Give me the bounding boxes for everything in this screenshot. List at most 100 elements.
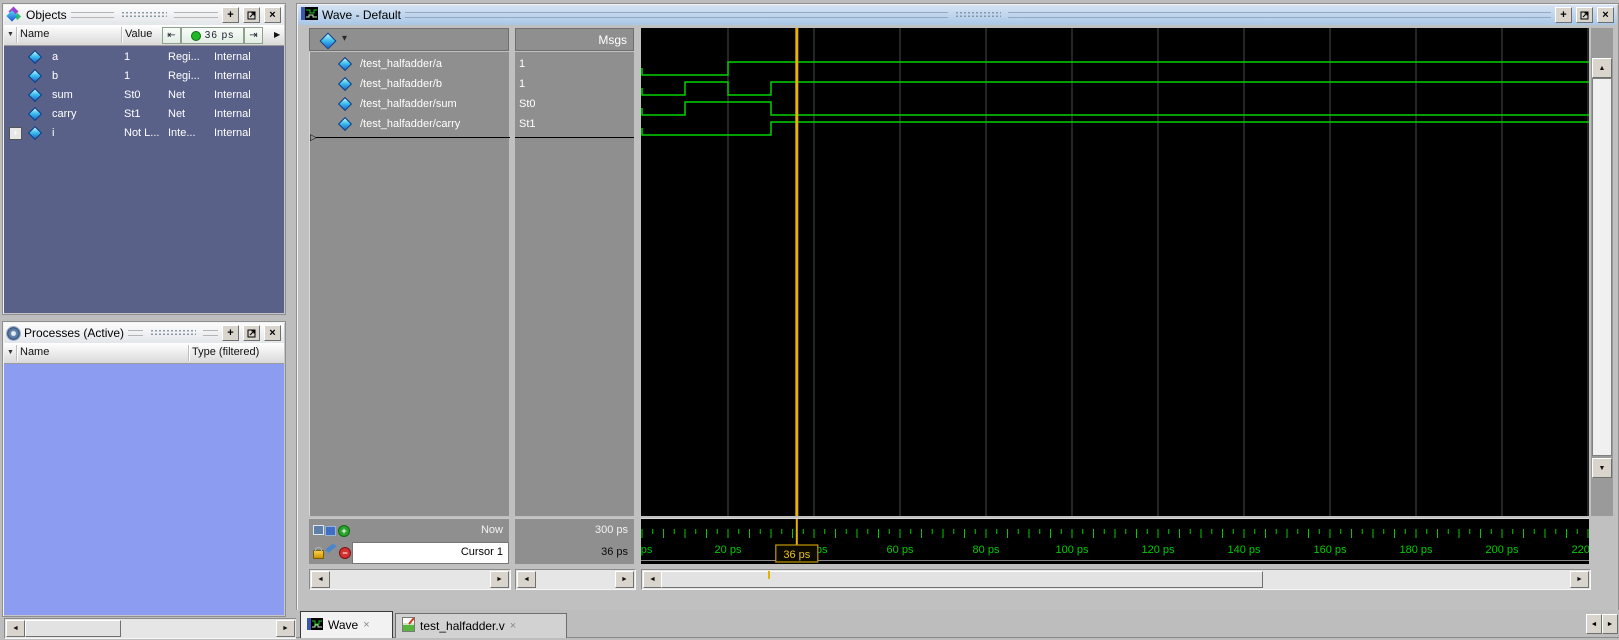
signal-diamond-icon [28,50,42,64]
signal-name: b [52,70,58,82]
title-line [71,12,115,18]
objects-row[interactable]: sumSt0NetInternal [4,86,284,105]
remove-cursor-icon[interactable]: − [339,547,351,559]
now-row-msgs: 300 ps [515,518,634,541]
scroll-left-icon[interactable]: ◄ [6,620,25,637]
vscrollbar-track[interactable] [1592,78,1612,456]
tab-close-icon[interactable]: × [363,619,369,631]
wrench-icon[interactable] [326,544,336,553]
wave-signal-value-row: 1 [515,74,634,94]
timeline-canvas[interactable]: 0 ps20 ps40 ps60 ps80 ps100 ps120 ps140 … [641,519,1589,564]
tab-label[interactable]: test_halfadder.v [420,619,505,633]
wave-signal-name[interactable]: /test_halfadder/carry [360,118,460,130]
title-drag-grip[interactable] [955,11,1001,19]
cursor-line [795,28,798,516]
cursor-flag[interactable]: 36 ps [776,545,818,562]
insertion-line [515,137,634,138]
objects-header-more-icon[interactable]: ▶ [274,30,280,39]
find-previous-edge-button[interactable]: ⇤ [162,27,181,44]
wave-signal-name[interactable]: /test_halfadder/b [360,78,442,90]
signal-value: Not L... [124,127,159,139]
scroll-right-icon[interactable]: ► [1570,571,1589,588]
objects-titlebar[interactable]: Objects + × [4,5,284,25]
signal-mode: Internal [214,108,251,120]
expander-plus-icon[interactable]: + [9,127,22,140]
scroll-right-icon[interactable]: ► [490,571,509,588]
wave-close-button[interactable]: × [1597,7,1614,23]
signal-value: 1 [124,70,130,82]
filter-icon[interactable]: ▼ [7,31,14,38]
processes-titlebar[interactable]: Processes (Active) + × [4,323,284,343]
scroll-left-icon[interactable]: ◄ [643,571,662,588]
title-drag-grip[interactable] [150,329,196,337]
wave-signal-name[interactable]: /test_halfadder/sum [360,98,457,110]
objects-row[interactable]: +iNot L...Inte...Internal [4,124,284,143]
signal-diamond-icon [28,126,42,140]
tab-close-icon[interactable]: × [510,620,516,632]
scroll-left-icon[interactable]: ◄ [517,571,536,588]
processes-body[interactable] [4,364,284,615]
tab-label[interactable]: Wave [328,618,358,632]
objects-undock-button[interactable] [243,7,260,23]
scroll-right-icon[interactable]: ► [615,571,634,588]
waveform-sum [642,102,1589,115]
filter-icon[interactable]: ▼ [7,349,14,356]
objects-add-button[interactable]: + [222,7,239,23]
tab-wave[interactable]: Wave × [300,611,393,638]
objects-row[interactable]: carrySt1NetInternal [4,105,284,124]
processes-undock-button[interactable] [243,325,260,341]
objects-row[interactable]: a1Regi...Internal [4,48,284,67]
dropdown-icon[interactable]: ▾ [342,33,347,44]
wave-add-button[interactable]: + [1555,7,1572,23]
objects-close-button[interactable]: × [264,7,281,23]
tab-scroll-right-icon: ► [1607,621,1614,628]
wave-window: Wave - Default + × ▾ Msgs /test_halfadde… [296,3,1619,612]
add-cursor-icon[interactable]: + [338,525,350,537]
names-hscrollbar[interactable]: ◄ ► [309,569,511,590]
wave-signal-name[interactable]: /test_halfadder/a [360,58,442,70]
title-drag-grip[interactable] [121,11,167,19]
left-dock: Objects + × ▼ Name Value ⇤ 36 ps ⇥ ▶ [0,0,296,640]
cursor-value: 36 ps [601,546,628,558]
signal-mode: Internal [214,51,251,63]
objects-row[interactable]: b1Regi...Internal [4,67,284,86]
wave-title: Wave - Default [322,8,401,22]
scroll-down-icon[interactable]: ▼ [1592,458,1612,478]
tab-scroll-left-button[interactable]: ◄ [1586,614,1602,634]
insertion-line [316,137,510,138]
tab-scroll-right-button[interactable]: ► [1602,614,1618,634]
wave-signal-row[interactable]: /test_halfadder/b [310,74,509,94]
objects-col-value[interactable]: Value [125,28,152,40]
scroll-right-icon[interactable]: ► [276,620,295,637]
wave-plot-area[interactable] [641,28,1589,516]
scroll-left-icon[interactable]: ◄ [311,571,330,588]
wave-titlebar[interactable]: Wave - Default + × [298,5,1617,25]
msgs-hscrollbar[interactable]: ◄ ► [515,569,636,590]
wave-signal-row[interactable]: /test_halfadder/a [310,54,509,74]
signal-name: a [52,51,58,63]
dock-hscrollbar[interactable]: ◄ ► [4,618,297,639]
wave-signal-row[interactable]: /test_halfadder/carry [310,114,509,134]
objects-col-name[interactable]: Name [20,28,49,40]
wave-undock-button[interactable] [1576,7,1593,23]
waveform-canvas[interactable] [641,28,1589,516]
cursor-name-field[interactable]: Cursor 1 [352,542,509,564]
processes-col-type[interactable]: Type (filtered) [192,346,259,358]
timeline-ruler[interactable]: 0 ps20 ps40 ps60 ps80 ps100 ps120 ps140 … [641,518,1589,564]
current-time-badge[interactable]: 36 ps [181,27,244,44]
processes-col-name[interactable]: Name [20,346,49,358]
signal-mode: Internal [214,127,251,139]
processes-add-button[interactable]: + [222,325,239,341]
wave-hscrollbar[interactable]: ◄ ► [641,569,1591,590]
find-next-edge-button[interactable]: ⇥ [244,27,263,44]
wave-msgs-header[interactable]: Msgs [515,28,634,51]
scrollbar-thumb[interactable] [661,571,1263,588]
scrollbar-thumb[interactable] [25,620,121,637]
tab-test-halfadder[interactable]: test_halfadder.v × [395,613,567,638]
cursor-name[interactable]: Cursor 1 [461,546,503,558]
processes-close-button[interactable]: × [264,325,281,341]
wave-signal-row[interactable]: /test_halfadder/sum [310,94,509,114]
wave-names-header[interactable]: ▾ [309,28,509,51]
scroll-up-icon[interactable]: ▲ [1592,58,1612,78]
lock-icon[interactable] [313,550,324,559]
